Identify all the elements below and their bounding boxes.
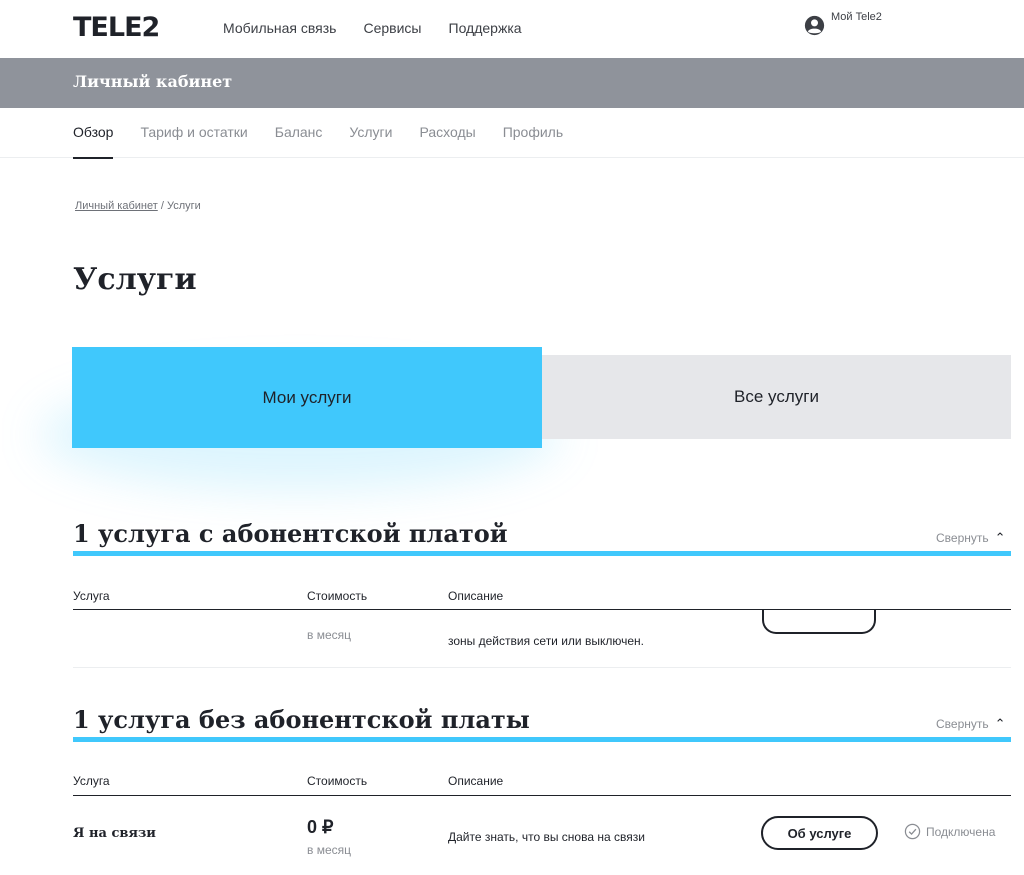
chevron-up-icon: ⌃ [994, 530, 1006, 545]
about-service-button[interactable]: Об услуге [761, 816, 878, 850]
breadcrumb-current: Услуги [166, 200, 201, 212]
tab-tariff[interactable]: Тариф и остатки [140, 124, 247, 159]
user-icon [804, 15, 825, 36]
account-label: Мой Tele2 [831, 11, 882, 23]
table-header-divider [73, 795, 1011, 796]
column-header-service: Услуга [73, 589, 110, 603]
service-name: Я на связи [73, 826, 156, 841]
top-header: TELE2 Мобильная связь Сервисы Поддержка … [0, 0, 1024, 58]
price-period: в месяц [307, 628, 352, 642]
chevron-up-icon: ⌃ [994, 716, 1006, 731]
service-price: 0 ₽ [307, 817, 334, 837]
collapse-label: Свернуть [936, 717, 989, 731]
service-description: Дайте знать, что вы снова на связи [448, 830, 645, 844]
section-divider [73, 551, 1011, 556]
service-description: зоны действия сети или выключен. [448, 634, 644, 648]
section-paid-title: 1 услуга с абонентской платой [73, 519, 508, 548]
page-title: Услуги [73, 262, 197, 297]
section-free-collapse[interactable]: Свернуть ⌃ [936, 716, 1006, 732]
status-label: Подключена [926, 824, 996, 839]
section-divider [73, 737, 1011, 742]
check-circle-icon [904, 823, 921, 840]
column-header-description: Описание [448, 589, 504, 603]
tab-balance[interactable]: Баланс [275, 124, 323, 159]
nav-services-link[interactable]: Сервисы [363, 20, 421, 36]
column-header-service: Услуга [73, 774, 110, 788]
tab-expenses[interactable]: Расходы [419, 124, 475, 159]
status-badge: Подключена [904, 823, 995, 840]
cabinet-title: Личный кабинет [73, 72, 233, 91]
cabinet-subnav: Обзор Тариф и остатки Баланс Услуги Расх… [0, 108, 1024, 159]
section-paid-collapse[interactable]: Свернуть ⌃ [936, 530, 1006, 546]
price-period: в месяц [307, 843, 352, 857]
nav-mobile-link[interactable]: Мобильная связь [223, 20, 336, 36]
breadcrumb-parent-link[interactable]: Личный кабинет [75, 200, 158, 212]
column-header-description: Описание [448, 774, 504, 788]
tab-my-services[interactable]: Мои услуги [72, 347, 542, 448]
column-header-cost: Стоимость [307, 589, 368, 603]
tab-profile[interactable]: Профиль [503, 124, 563, 159]
cabinet-bar: Личный кабинет [0, 58, 1024, 108]
about-service-button[interactable] [762, 610, 876, 634]
nav-support-link[interactable]: Поддержка [449, 20, 522, 36]
column-header-cost: Стоимость [307, 774, 368, 788]
tab-overview[interactable]: Обзор [73, 124, 114, 159]
row-divider [73, 667, 1011, 668]
tab-services[interactable]: Услуги [349, 124, 392, 159]
breadcrumb-separator: / [157, 200, 167, 212]
account-link[interactable]: Мой Tele2 [804, 11, 882, 36]
tele2-logo[interactable]: TELE2 [73, 12, 160, 43]
breadcrumb: Личный кабинет / Услуги [75, 200, 201, 212]
main-nav: Мобильная связь Сервисы Поддержка [223, 20, 522, 36]
section-free-title: 1 услуга без абонентской платы [73, 705, 530, 734]
tab-all-services[interactable]: Все услуги [542, 355, 1011, 439]
collapse-label: Свернуть [936, 531, 989, 545]
